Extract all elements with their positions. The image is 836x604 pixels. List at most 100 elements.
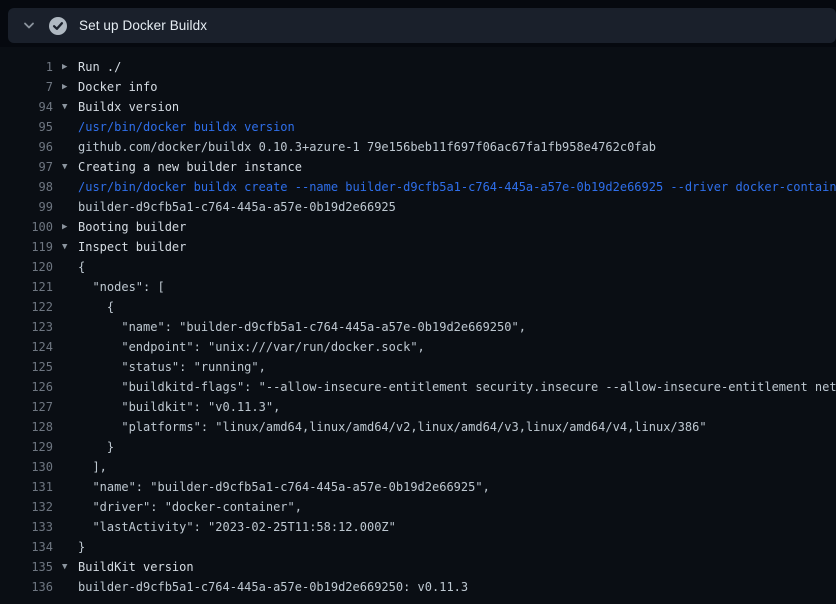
line-number[interactable]: 128	[0, 417, 53, 437]
log-line: 125 "status": "running",	[0, 357, 836, 377]
gutter-spacer	[62, 337, 78, 357]
line-number[interactable]: 1	[0, 57, 53, 77]
log-group-line[interactable]: 97 ▼Creating a new builder instance	[0, 157, 836, 177]
gutter-spacer	[62, 497, 78, 517]
gutter-spacer	[62, 477, 78, 497]
log-group-line[interactable]: 7▶Docker info	[0, 77, 836, 97]
chevron-down-icon[interactable]	[22, 19, 36, 33]
log-group-line[interactable]: 100 ▶Booting builder	[0, 217, 836, 237]
triangle-down-icon[interactable]: ▼	[62, 97, 78, 117]
log-line: 99 builder-d9cfb5a1-c764-445a-a57e-0b19d2…	[0, 197, 836, 217]
gutter-spacer	[62, 317, 78, 337]
log-line: 98/usr/bin/docker buildx create --name b…	[0, 177, 836, 197]
line-number[interactable]: 7	[0, 77, 53, 97]
log-text: "platforms": "linux/amd64,linux/amd64/v2…	[78, 417, 707, 437]
gutter-spacer	[62, 397, 78, 417]
triangle-down-icon[interactable]: ▼	[62, 237, 78, 257]
triangle-right-icon[interactable]: ▶	[62, 77, 78, 97]
triangle-right-icon[interactable]: ▶	[62, 57, 78, 77]
line-number[interactable]: 135	[0, 557, 53, 577]
log-group-line[interactable]: 94 ▼Buildx version	[0, 97, 836, 117]
log-text: github.com/docker/buildx 0.10.3+azure-1 …	[78, 137, 656, 157]
log-group-title: Inspect builder	[78, 237, 186, 257]
log-line: 132 "driver": "docker-container",	[0, 497, 836, 517]
line-number[interactable]: 129	[0, 437, 53, 457]
line-number[interactable]: 124	[0, 337, 53, 357]
triangle-down-icon[interactable]: ▼	[62, 557, 78, 577]
step-title: Set up Docker Buildx	[79, 18, 207, 33]
gutter-spacer	[62, 577, 78, 597]
log-group-title: Buildx version	[78, 97, 179, 117]
log-text: "lastActivity": "2023-02-25T11:58:12.000…	[78, 517, 396, 537]
log-lines: 1▶Run ./7▶Docker info94▼Buildx version95…	[0, 57, 836, 597]
line-number[interactable]: 126	[0, 377, 53, 397]
log-line: 96 github.com/docker/buildx 0.10.3+azure-…	[0, 137, 836, 157]
log-text: "endpoint": "unix:///var/run/docker.sock…	[78, 337, 425, 357]
step-header[interactable]: Set up Docker Buildx	[8, 8, 836, 43]
triangle-down-icon[interactable]: ▼	[62, 157, 78, 177]
log-command-text: /usr/bin/docker buildx create --name bui…	[78, 177, 836, 197]
line-number[interactable]: 96	[0, 137, 53, 157]
log-line: 133 "lastActivity": "2023-02-25T11:58:12…	[0, 517, 836, 537]
line-number[interactable]: 133	[0, 517, 53, 537]
line-number[interactable]: 123	[0, 317, 53, 337]
gutter-spacer	[62, 377, 78, 397]
log-text: "buildkit": "v0.11.3",	[78, 397, 280, 417]
log-line: 136 builder-d9cfb5a1-c764-445a-a57e-0b19d…	[0, 577, 836, 597]
log-text: builder-d9cfb5a1-c764-445a-a57e-0b19d2e6…	[78, 577, 468, 597]
line-number[interactable]: 97	[0, 157, 53, 177]
line-number[interactable]: 132	[0, 497, 53, 517]
line-number[interactable]: 119	[0, 237, 53, 257]
line-number[interactable]: 122	[0, 297, 53, 317]
line-number[interactable]: 136	[0, 577, 53, 597]
log-text: builder-d9cfb5a1-c764-445a-a57e-0b19d2e6…	[78, 197, 396, 217]
log-group-line[interactable]: 135▼BuildKit version	[0, 557, 836, 577]
log-group-line[interactable]: 1 ▶Run ./	[0, 57, 836, 77]
line-number[interactable]: 125	[0, 357, 53, 377]
log-text: {	[78, 257, 85, 277]
log-text: }	[78, 437, 114, 457]
gutter-spacer	[62, 457, 78, 477]
log-text: {	[78, 297, 114, 317]
log-text: "name": "builder-d9cfb5a1-c764-445a-a57e…	[78, 317, 526, 337]
log-group-title: Booting builder	[78, 217, 186, 237]
gutter-spacer	[62, 357, 78, 377]
log-group-title: Creating a new builder instance	[78, 157, 302, 177]
log-text: "buildkitd-flags": "--allow-insecure-ent…	[78, 377, 836, 397]
line-number[interactable]: 98	[0, 177, 53, 197]
check-circle-icon	[49, 17, 67, 35]
gutter-spacer	[62, 297, 78, 317]
log-line: 127 "buildkit": "v0.11.3",	[0, 397, 836, 417]
line-number[interactable]: 121	[0, 277, 53, 297]
log-text: "driver": "docker-container",	[78, 497, 302, 517]
line-number[interactable]: 127	[0, 397, 53, 417]
gutter-spacer	[62, 117, 78, 137]
line-number[interactable]: 131	[0, 477, 53, 497]
line-number[interactable]: 94	[0, 97, 53, 117]
gutter-spacer	[62, 437, 78, 457]
line-number[interactable]: 134	[0, 537, 53, 557]
log-line: 128 "platforms": "linux/amd64,linux/amd6…	[0, 417, 836, 437]
line-number[interactable]: 130	[0, 457, 53, 477]
gutter-spacer	[62, 417, 78, 437]
triangle-right-icon[interactable]: ▶	[62, 217, 78, 237]
log-line: 134}	[0, 537, 836, 557]
gutter-spacer	[62, 537, 78, 557]
gutter-spacer	[62, 177, 78, 197]
line-number[interactable]: 100	[0, 217, 53, 237]
gutter-spacer	[62, 517, 78, 537]
log-text: ],	[78, 457, 107, 477]
gutter-spacer	[62, 137, 78, 157]
log-command-text: /usr/bin/docker buildx version	[78, 117, 295, 137]
log-text: }	[78, 537, 85, 557]
line-number[interactable]: 95	[0, 117, 53, 137]
log-group-line[interactable]: 119 ▼Inspect builder	[0, 237, 836, 257]
log-area: 1▶Run ./7▶Docker info94▼Buildx version95…	[0, 47, 836, 604]
line-number[interactable]: 99	[0, 197, 53, 217]
line-number[interactable]: 120	[0, 257, 53, 277]
log-group-title: Run ./	[78, 57, 121, 77]
log-line: 130 ],	[0, 457, 836, 477]
log-line: 129 }	[0, 437, 836, 457]
log-line: 121 "nodes": [	[0, 277, 836, 297]
log-text: "nodes": [	[78, 277, 165, 297]
